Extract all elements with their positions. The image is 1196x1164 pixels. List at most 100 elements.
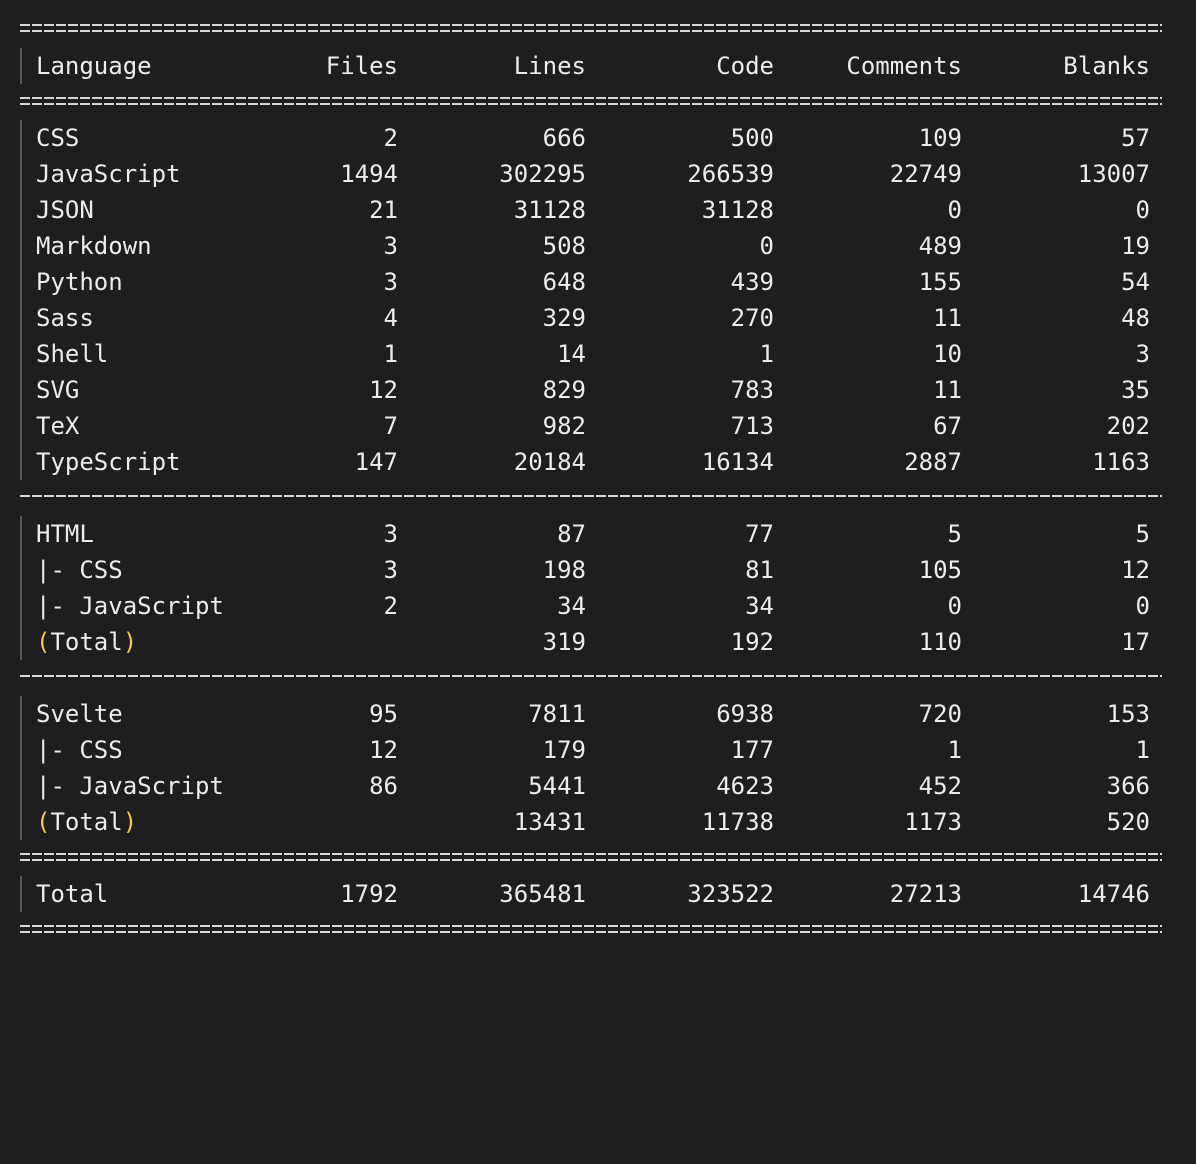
- table-row: Svelte 95 7811 6938 720 153: [22, 696, 1152, 732]
- separator-double: [20, 24, 1162, 32]
- table-row: |- JavaScript 86 5441 4623 452 366: [22, 768, 1152, 804]
- header-files: Files: [325, 52, 398, 80]
- separator-double: [20, 97, 1162, 105]
- cell-comments: 155: [918, 268, 962, 296]
- cell-blanks: 57: [1121, 124, 1150, 152]
- cell-blanks: 0: [1135, 592, 1150, 620]
- header-code: Code: [716, 52, 774, 80]
- cell-lines: 5441: [528, 772, 586, 800]
- table-row: TeX 7 982 713 67 202: [22, 408, 1152, 444]
- cell-lines: 20184: [513, 448, 586, 476]
- header-blanks: Blanks: [1063, 52, 1150, 80]
- cell-files: 21: [369, 196, 398, 224]
- cell-code: 439: [730, 268, 774, 296]
- cell-lines: 34: [557, 592, 586, 620]
- cell-comments: 67: [933, 412, 962, 440]
- cell-lines: 829: [542, 376, 586, 404]
- cell-comments: 11: [933, 376, 962, 404]
- cell-lines: 179: [542, 736, 586, 764]
- cell-files: 12: [369, 736, 398, 764]
- cell-language: JavaScript: [36, 160, 181, 188]
- cell-code: 270: [730, 304, 774, 332]
- cell-blanks: 1163: [1092, 448, 1150, 476]
- cell-language: |- CSS: [36, 556, 123, 584]
- cell-lines: 666: [542, 124, 586, 152]
- subtotal-row: (Total) 13431 11738 1173 520: [22, 804, 1152, 840]
- cell-language: |- JavaScript: [36, 772, 224, 800]
- cell-code: 192: [730, 628, 774, 656]
- terminal-output: Language Files Lines Code Comments Blank…: [0, 0, 1196, 950]
- table-row: Sass 4 329 270 11 48: [22, 300, 1152, 336]
- cell-language: |- JavaScript: [36, 592, 224, 620]
- table-row: JavaScript 1494 302295 266539 22749 1300…: [22, 156, 1152, 192]
- cell-language: |- CSS: [36, 736, 123, 764]
- cell-language: HTML: [36, 520, 94, 548]
- cell-blanks: 14746: [1077, 880, 1150, 908]
- cell-language: Python: [36, 268, 123, 296]
- main-rows: CSS 2 666 500 109 57 JavaScript 1494 302…: [20, 120, 1152, 480]
- cell-comments: 110: [918, 628, 962, 656]
- cell-comments: 2887: [904, 448, 962, 476]
- cell-language: Svelte: [36, 700, 123, 728]
- separator-double: [20, 925, 1162, 933]
- cell-lines: 329: [542, 304, 586, 332]
- cell-lines: 14: [557, 340, 586, 368]
- cell-lines: 319: [542, 628, 586, 656]
- cell-comments: 109: [918, 124, 962, 152]
- cell-language: CSS: [36, 124, 80, 152]
- cell-comments: 11: [933, 304, 962, 332]
- cell-files: 147: [354, 448, 398, 476]
- subtotal-row: (Total) 319 192 110 17: [22, 624, 1152, 660]
- separator-double: [20, 853, 1162, 861]
- cell-code: 81: [745, 556, 774, 584]
- cell-files: 3: [383, 520, 398, 548]
- cell-comments: 27213: [889, 880, 962, 908]
- cell-code: 713: [730, 412, 774, 440]
- cell-files: 4: [383, 304, 398, 332]
- html-group: HTML 3 87 77 5 5 |- CSS 3 198 81 105 12 …: [20, 516, 1152, 660]
- cell-files: 3: [383, 232, 398, 260]
- cell-files: 95: [369, 700, 398, 728]
- cell-lines: 13431: [513, 808, 586, 836]
- cell-lines: 31128: [513, 196, 586, 224]
- cell-comments: 10: [933, 340, 962, 368]
- cell-blanks: 3: [1135, 340, 1150, 368]
- cell-code: 6938: [716, 700, 774, 728]
- table-row: JSON 21 31128 31128 0 0: [22, 192, 1152, 228]
- header-language: Language: [36, 52, 152, 80]
- cell-blanks: 1: [1135, 736, 1150, 764]
- cell-lines: 982: [542, 412, 586, 440]
- table-row: |- CSS 12 179 177 1 1: [22, 732, 1152, 768]
- total-row: Total 1792 365481 323522 27213 14746: [22, 876, 1152, 912]
- cell-blanks: 54: [1121, 268, 1150, 296]
- header-lines: Lines: [513, 52, 586, 80]
- cell-files: 1494: [340, 160, 398, 188]
- cell-blanks: 5: [1135, 520, 1150, 548]
- cell-comments: 105: [918, 556, 962, 584]
- cell-comments: 0: [947, 196, 962, 224]
- cell-lines: 302295: [499, 160, 586, 188]
- table-row: Markdown 3 508 0 489 19: [22, 228, 1152, 264]
- subtotal-label: (Total): [36, 804, 137, 840]
- cell-blanks: 17: [1121, 628, 1150, 656]
- header-comments: Comments: [846, 52, 962, 80]
- cell-lines: 198: [542, 556, 586, 584]
- cell-code: 1: [759, 340, 774, 368]
- cell-lines: 508: [542, 232, 586, 260]
- cell-blanks: 48: [1121, 304, 1150, 332]
- cell-comments: 1: [947, 736, 962, 764]
- cell-language: JSON: [36, 196, 94, 224]
- paren-open: (: [36, 628, 51, 656]
- cell-code: 500: [730, 124, 774, 152]
- cell-blanks: 153: [1106, 700, 1150, 728]
- cell-code: 34: [745, 592, 774, 620]
- cell-blanks: 520: [1106, 808, 1150, 836]
- cell-code: 0: [759, 232, 774, 260]
- cell-comments: 1173: [904, 808, 962, 836]
- cell-language: SVG: [36, 376, 80, 404]
- cell-comments: 489: [918, 232, 962, 260]
- table-row: SVG 12 829 783 11 35: [22, 372, 1152, 408]
- paren-open: (: [36, 808, 51, 836]
- cell-code: 266539: [687, 160, 774, 188]
- cell-language: Shell: [36, 340, 109, 368]
